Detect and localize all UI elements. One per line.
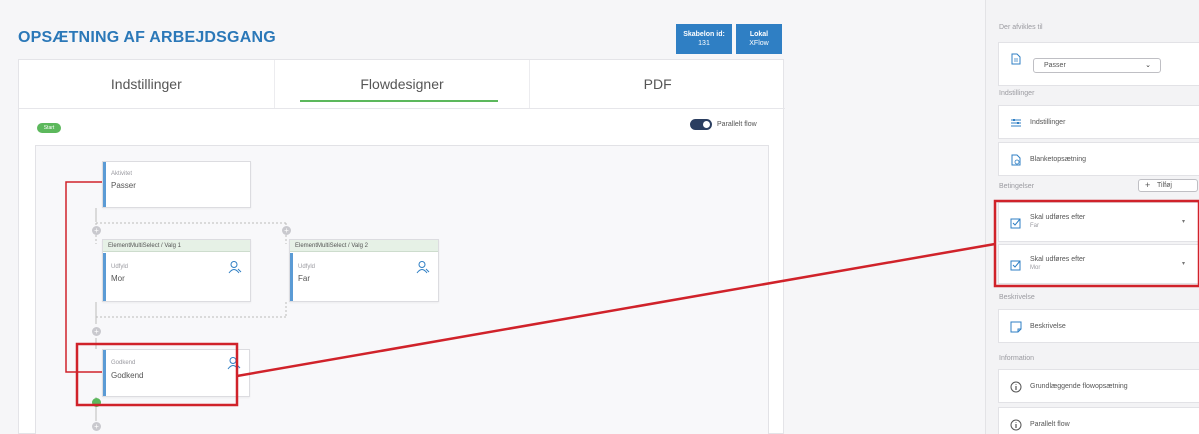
assigned-card: Passer ⌄ <box>998 42 1199 86</box>
approve-connector-dot <box>92 398 101 407</box>
parallel-flow-label: Parallelt flow <box>717 121 757 128</box>
node-accent-bar <box>103 253 106 301</box>
local-badge-value: XFlow <box>749 40 769 47</box>
conditions-section-title: Betingelser <box>999 183 1035 190</box>
tab-bar: Indstillinger Flowdesigner PDF <box>19 60 785 109</box>
description-item[interactable]: Beskrivelse <box>998 309 1199 343</box>
flow-canvas: + + + + Aktivitet Passer ElementMultiSel… <box>35 145 769 434</box>
multiselect-node-1[interactable]: ElementMultiSelect / Valg 1 Udfyld Mor <box>102 239 251 302</box>
condition-value: Far <box>1030 223 1039 229</box>
chevron-down-icon[interactable]: ▾ <box>1182 218 1185 225</box>
activity-type-label: Aktivitet <box>111 171 133 177</box>
info-item-label: Parallelt flow <box>1030 421 1070 428</box>
node-accent-bar <box>290 253 293 301</box>
description-section-title: Beskrivelse <box>999 294 1035 301</box>
info-item-basic[interactable]: Grundlæggende flowopsætning <box>998 369 1199 403</box>
information-section-title: Information <box>999 355 1035 362</box>
local-badge-label: Lokal <box>749 31 769 38</box>
settings-item[interactable]: Indstillinger <box>998 105 1199 139</box>
form-settings-item[interactable]: Blanketopsætning <box>998 142 1199 176</box>
approve-node-type: Godkend <box>111 360 136 366</box>
activity-name: Passer <box>111 181 136 190</box>
approve-node-name: Godkend <box>111 371 144 380</box>
add-step-plus-4[interactable]: + <box>92 422 101 431</box>
multiselect-node-type: Udfyld <box>298 264 316 270</box>
workflow-main-panel: OPSÆTNING AF ARBEJDSGANG Skabelon id: 13… <box>0 0 985 434</box>
assigned-select-value: Passer <box>1044 62 1066 69</box>
local-badge: Lokal XFlow <box>736 24 782 54</box>
template-id-label: Skabelon id: <box>683 31 725 38</box>
plus-icon: + <box>1145 180 1151 190</box>
tab-settings[interactable]: Indstillinger <box>19 60 275 108</box>
condition-label: Skal udføres efter <box>1030 214 1086 221</box>
node-accent-bar <box>103 350 106 396</box>
info-item-label: Grundlæggende flowopsætning <box>1030 383 1128 390</box>
parallel-flow-toggle-group: Parallelt flow <box>690 119 757 130</box>
template-id-value: 131 <box>698 40 710 47</box>
node-accent-bar <box>103 162 106 207</box>
info-icon <box>1010 419 1022 431</box>
condition-item-1[interactable]: Skal udføres efter Far ▾ <box>998 202 1199 242</box>
settings-section-title: Indstillinger <box>999 90 1035 97</box>
tab-flowdesigner[interactable]: Flowdesigner <box>275 60 531 108</box>
page-title: OPSÆTNING AF ARBEJDSGANG <box>18 29 276 46</box>
multiselect-node-2[interactable]: ElementMultiSelect / Valg 2 Udfyld Far <box>289 239 439 302</box>
multiselect-node-name: Far <box>298 274 310 283</box>
document-icon <box>1011 53 1021 65</box>
multiselect-node-header: ElementMultiSelect / Valg 2 <box>290 240 438 252</box>
start-pill: Start <box>37 123 61 133</box>
person-icon[interactable] <box>228 260 242 274</box>
checkbox-edit-icon <box>1010 260 1021 271</box>
workflow-card: Indstillinger Flowdesigner PDF Start Par… <box>18 59 785 434</box>
chevron-down-icon: ⌄ <box>1145 62 1151 69</box>
condition-value: Mor <box>1030 265 1041 271</box>
condition-label: Skal udføres efter <box>1030 256 1086 263</box>
checkbox-edit-icon <box>1010 218 1021 229</box>
add-step-plus-1[interactable]: + <box>92 226 101 235</box>
multiselect-node-name: Mor <box>111 274 125 283</box>
form-settings-item-label: Blanketopsætning <box>1030 156 1087 163</box>
activity-node[interactable]: Aktivitet Passer <box>102 161 251 208</box>
condition-item-2[interactable]: Skal udføres efter Mor ▾ <box>998 244 1199 284</box>
person-icon[interactable] <box>416 260 430 274</box>
description-item-label: Beskrivelse <box>1030 323 1066 330</box>
multiselect-node-header: ElementMultiSelect / Valg 1 <box>103 240 250 252</box>
add-step-plus-2[interactable]: + <box>282 226 291 235</box>
info-item-parallel[interactable]: Parallelt flow <box>998 407 1199 434</box>
assigned-section-title: Der afvikles til <box>999 24 1043 31</box>
list-settings-icon <box>1011 119 1021 127</box>
settings-item-label: Indstillinger <box>1030 119 1066 126</box>
tab-pdf[interactable]: PDF <box>530 60 785 108</box>
add-condition-label: Tilføj <box>1157 182 1172 189</box>
info-icon <box>1010 381 1022 393</box>
add-step-plus-3[interactable]: + <box>92 327 101 336</box>
person-icon[interactable] <box>227 356 241 370</box>
approve-node[interactable]: Godkend Godkend <box>102 349 250 397</box>
chevron-down-icon[interactable]: ▾ <box>1182 260 1185 267</box>
template-id-badge: Skabelon id: 131 <box>676 24 732 54</box>
add-condition-button[interactable]: + Tilføj <box>1138 179 1198 192</box>
properties-sidebar: Der afvikles til Passer ⌄ Indstillinger … <box>985 0 1199 434</box>
note-icon <box>1010 321 1022 333</box>
parallel-flow-toggle[interactable] <box>690 119 712 130</box>
assigned-select[interactable]: Passer ⌄ <box>1033 58 1161 73</box>
form-settings-icon <box>1011 154 1021 166</box>
multiselect-node-type: Udfyld <box>111 264 129 270</box>
